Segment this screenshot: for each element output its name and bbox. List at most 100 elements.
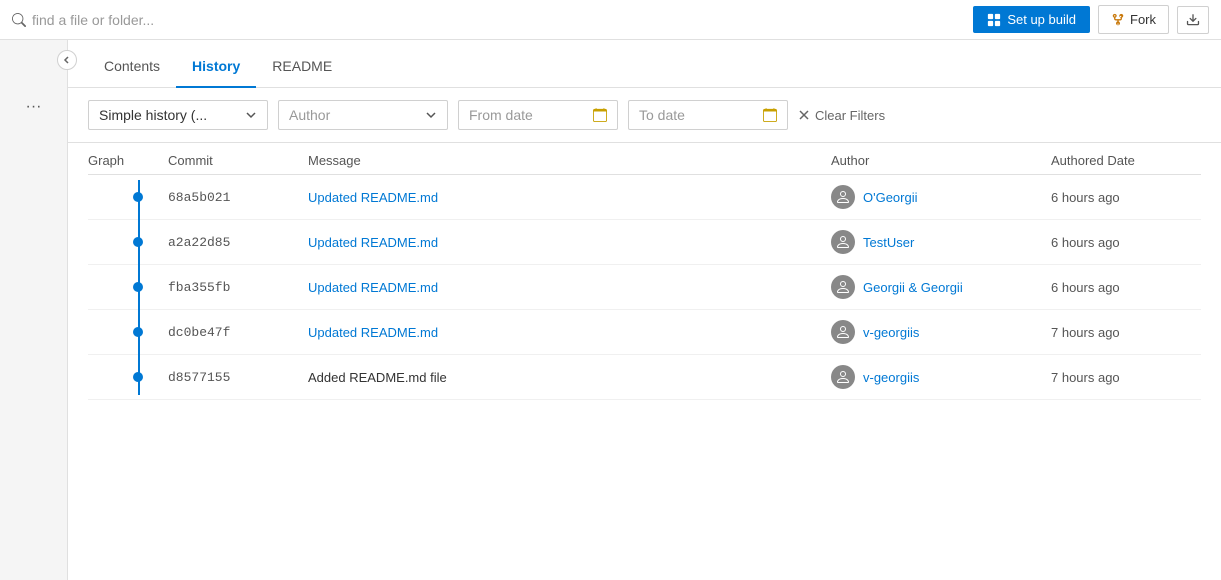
search-area: find a file or folder... bbox=[12, 12, 154, 28]
chevron-left-icon bbox=[63, 56, 71, 64]
commit-message-link-4[interactable]: Updated README.md bbox=[308, 325, 438, 340]
sidebar-collapse-button[interactable] bbox=[57, 50, 77, 70]
graph-dot-3 bbox=[133, 282, 143, 292]
col-author: Author bbox=[831, 153, 1051, 168]
history-type-label: Simple history (... bbox=[99, 107, 207, 123]
clear-filters-label: Clear Filters bbox=[815, 108, 885, 123]
history-table: Graph Commit Message Author Authored Dat… bbox=[68, 143, 1221, 580]
topbar-actions: Set up build Fork bbox=[973, 5, 1209, 34]
commit-message-5: Added README.md file bbox=[308, 370, 831, 385]
author-cell-2: TestUser bbox=[831, 230, 1051, 254]
avatar-2 bbox=[831, 230, 855, 254]
author-cell-1: O'Georgii bbox=[831, 185, 1051, 209]
date-3: 6 hours ago bbox=[1051, 280, 1201, 295]
search-icon bbox=[12, 13, 26, 27]
commit-hash-2: a2a22d85 bbox=[168, 235, 308, 250]
sidebar-more-button[interactable]: ··· bbox=[26, 98, 42, 116]
user-icon-3 bbox=[835, 279, 851, 295]
table-body: 68a5b021 Updated README.md O'Georgii 6 h… bbox=[88, 175, 1201, 400]
download-icon bbox=[1186, 13, 1200, 27]
calendar-from-icon bbox=[593, 108, 607, 122]
from-date-picker[interactable]: From date bbox=[458, 100, 618, 130]
table-row: d8577155 Added README.md file v-georgiis… bbox=[88, 355, 1201, 400]
graph-cell-2 bbox=[88, 237, 168, 247]
sidebar: ··· bbox=[0, 40, 68, 580]
commit-message-link-3[interactable]: Updated README.md bbox=[308, 280, 438, 295]
graph-dot-4 bbox=[133, 327, 143, 337]
build-icon bbox=[987, 13, 1001, 27]
fork-button[interactable]: Fork bbox=[1098, 5, 1169, 34]
avatar-4 bbox=[831, 320, 855, 344]
calendar-to-icon bbox=[763, 108, 777, 122]
clear-filters-button[interactable]: Clear Filters bbox=[798, 108, 885, 123]
table-row: a2a22d85 Updated README.md TestUser 6 ho… bbox=[88, 220, 1201, 265]
user-icon-5 bbox=[835, 369, 851, 385]
graph-cell-5 bbox=[88, 372, 168, 382]
commit-message-link-1[interactable]: Updated README.md bbox=[308, 190, 438, 205]
author-name-5[interactable]: v-georgiis bbox=[863, 370, 919, 385]
fork-label: Fork bbox=[1130, 12, 1156, 27]
tab-history[interactable]: History bbox=[176, 46, 256, 88]
graph-cell-1 bbox=[88, 192, 168, 202]
commit-hash-4: dc0be47f bbox=[168, 325, 308, 340]
graph-dot-1 bbox=[133, 192, 143, 202]
chevron-down-icon bbox=[245, 109, 257, 121]
commit-message-4: Updated README.md bbox=[308, 324, 831, 340]
avatar-5 bbox=[831, 365, 855, 389]
download-button[interactable] bbox=[1177, 6, 1209, 34]
tabs-bar: Contents History README bbox=[68, 40, 1221, 88]
table-row: dc0be47f Updated README.md v-georgiis 7 … bbox=[88, 310, 1201, 355]
to-date-picker[interactable]: To date bbox=[628, 100, 788, 130]
history-type-dropdown[interactable]: Simple history (... bbox=[88, 100, 268, 130]
user-icon-2 bbox=[835, 234, 851, 250]
graph-dot-5 bbox=[133, 372, 143, 382]
chevron-down-author-icon bbox=[425, 109, 437, 121]
author-name-2[interactable]: TestUser bbox=[863, 235, 914, 250]
date-4: 7 hours ago bbox=[1051, 325, 1201, 340]
avatar-1 bbox=[831, 185, 855, 209]
author-name-4[interactable]: v-georgiis bbox=[863, 325, 919, 340]
col-authored-date: Authored Date bbox=[1051, 153, 1201, 168]
close-icon bbox=[798, 109, 810, 121]
commit-hash-1: 68a5b021 bbox=[168, 190, 308, 205]
date-1: 6 hours ago bbox=[1051, 190, 1201, 205]
setup-build-label: Set up build bbox=[1007, 12, 1076, 27]
commit-message-link-2[interactable]: Updated README.md bbox=[308, 235, 438, 250]
date-5: 7 hours ago bbox=[1051, 370, 1201, 385]
graph-cell-3 bbox=[88, 282, 168, 292]
col-message: Message bbox=[308, 153, 831, 168]
to-date-label: To date bbox=[639, 107, 685, 123]
author-dropdown[interactable]: Author bbox=[278, 100, 448, 130]
graph-cell-4 bbox=[88, 327, 168, 337]
date-2: 6 hours ago bbox=[1051, 235, 1201, 250]
user-icon-1 bbox=[835, 189, 851, 205]
search-placeholder: find a file or folder... bbox=[32, 12, 154, 28]
content-area: Contents History README Simple history (… bbox=[68, 40, 1221, 580]
commit-hash-5: d8577155 bbox=[168, 370, 308, 385]
table-row: 68a5b021 Updated README.md O'Georgii 6 h… bbox=[88, 175, 1201, 220]
author-cell-3: Georgii & Georgii bbox=[831, 275, 1051, 299]
commit-hash-3: fba355fb bbox=[168, 280, 308, 295]
author-cell-4: v-georgiis bbox=[831, 320, 1051, 344]
author-label: Author bbox=[289, 107, 330, 123]
user-icon-4 bbox=[835, 324, 851, 340]
author-name-3[interactable]: Georgii & Georgii bbox=[863, 280, 963, 295]
table-row: fba355fb Updated README.md Georgii & Geo… bbox=[88, 265, 1201, 310]
avatar-3 bbox=[831, 275, 855, 299]
author-cell-5: v-georgiis bbox=[831, 365, 1051, 389]
graph-dot-2 bbox=[133, 237, 143, 247]
topbar: find a file or folder... Set up build Fo… bbox=[0, 0, 1221, 40]
fork-icon bbox=[1111, 13, 1125, 27]
author-name-1[interactable]: O'Georgii bbox=[863, 190, 918, 205]
setup-build-button[interactable]: Set up build bbox=[973, 6, 1090, 33]
tab-contents[interactable]: Contents bbox=[88, 46, 176, 88]
main-layout: ··· Contents History README Simple histo… bbox=[0, 40, 1221, 580]
table-header: Graph Commit Message Author Authored Dat… bbox=[88, 143, 1201, 175]
col-commit: Commit bbox=[168, 153, 308, 168]
filters-bar: Simple history (... Author From date To … bbox=[68, 88, 1221, 143]
tab-readme[interactable]: README bbox=[256, 46, 348, 88]
from-date-label: From date bbox=[469, 107, 533, 123]
commit-message-2: Updated README.md bbox=[308, 234, 831, 250]
col-graph: Graph bbox=[88, 153, 168, 168]
commit-message-3: Updated README.md bbox=[308, 279, 831, 295]
